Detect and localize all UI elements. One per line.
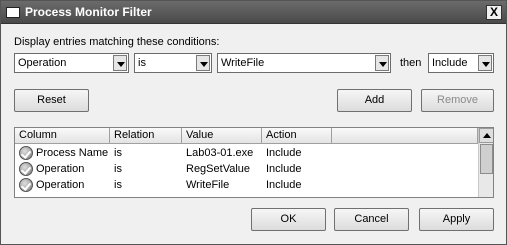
row-column: Process Name xyxy=(36,147,109,159)
cancel-button[interactable]: Cancel xyxy=(334,208,409,231)
value-combobox[interactable]: WriteFile xyxy=(217,53,391,73)
row-value: WriteFile xyxy=(186,179,230,191)
check-icon[interactable] xyxy=(19,146,33,160)
row-relation: is xyxy=(114,147,122,159)
column-header-spacer xyxy=(332,128,478,144)
then-label: then xyxy=(400,57,422,69)
list-row[interactable]: Operation is RegSetValue Include xyxy=(15,162,478,178)
add-button[interactable]: Add xyxy=(337,89,412,112)
relation-select[interactable]: is xyxy=(134,53,212,73)
chevron-down-icon[interactable] xyxy=(478,55,492,71)
apply-button[interactable]: Apply xyxy=(419,208,494,231)
action-select-value: Include xyxy=(432,57,468,69)
row-action: Include xyxy=(266,179,302,191)
title-bar[interactable]: Process Monitor Filter X xyxy=(1,1,506,24)
instruction-label: Display entries matching these condition… xyxy=(14,36,220,48)
column-select-value: Operation xyxy=(18,57,67,69)
list-row[interactable]: Operation is WriteFile Include xyxy=(15,178,478,194)
remove-button[interactable]: Remove xyxy=(421,89,494,112)
close-button[interactable]: X xyxy=(486,5,502,20)
column-header-relation[interactable]: Relation xyxy=(110,128,182,144)
row-relation: is xyxy=(114,163,122,175)
relation-select-value: is xyxy=(138,57,146,69)
scroll-thumb[interactable] xyxy=(480,144,493,174)
chevron-down-icon[interactable] xyxy=(196,55,210,71)
row-action: Include xyxy=(266,163,302,175)
row-action: Include xyxy=(266,147,302,159)
check-icon[interactable] xyxy=(19,178,33,192)
column-header-value[interactable]: Value xyxy=(182,128,262,144)
list-header: Column Relation Value Action xyxy=(15,128,493,144)
list-row[interactable]: Process Name is Lab03-01.exe Include xyxy=(15,146,478,162)
vertical-scrollbar[interactable] xyxy=(478,128,493,197)
row-column: Operation xyxy=(36,179,85,191)
chevron-down-icon[interactable] xyxy=(375,55,389,71)
scroll-up-icon[interactable] xyxy=(479,128,493,143)
value-combobox-value: WriteFile xyxy=(221,57,265,69)
window-title: Process Monitor Filter xyxy=(25,5,152,19)
row-column: Operation xyxy=(36,163,85,175)
chevron-down-icon[interactable] xyxy=(113,55,127,71)
ok-button[interactable]: OK xyxy=(251,208,326,231)
filter-list[interactable]: Column Relation Value Action Process Nam… xyxy=(14,127,494,198)
row-value: RegSetValue xyxy=(186,163,251,175)
row-value: Lab03-01.exe xyxy=(186,147,254,159)
reset-button[interactable]: Reset xyxy=(14,89,89,112)
row-relation: is xyxy=(114,179,122,191)
action-select[interactable]: Include xyxy=(428,53,494,73)
column-select[interactable]: Operation xyxy=(14,53,129,73)
check-icon[interactable] xyxy=(19,162,33,176)
app-icon xyxy=(6,7,20,18)
filter-dialog: Process Monitor Filter X Display entries… xyxy=(0,0,507,245)
column-header-action[interactable]: Action xyxy=(262,128,332,144)
column-header-column[interactable]: Column xyxy=(15,128,110,144)
